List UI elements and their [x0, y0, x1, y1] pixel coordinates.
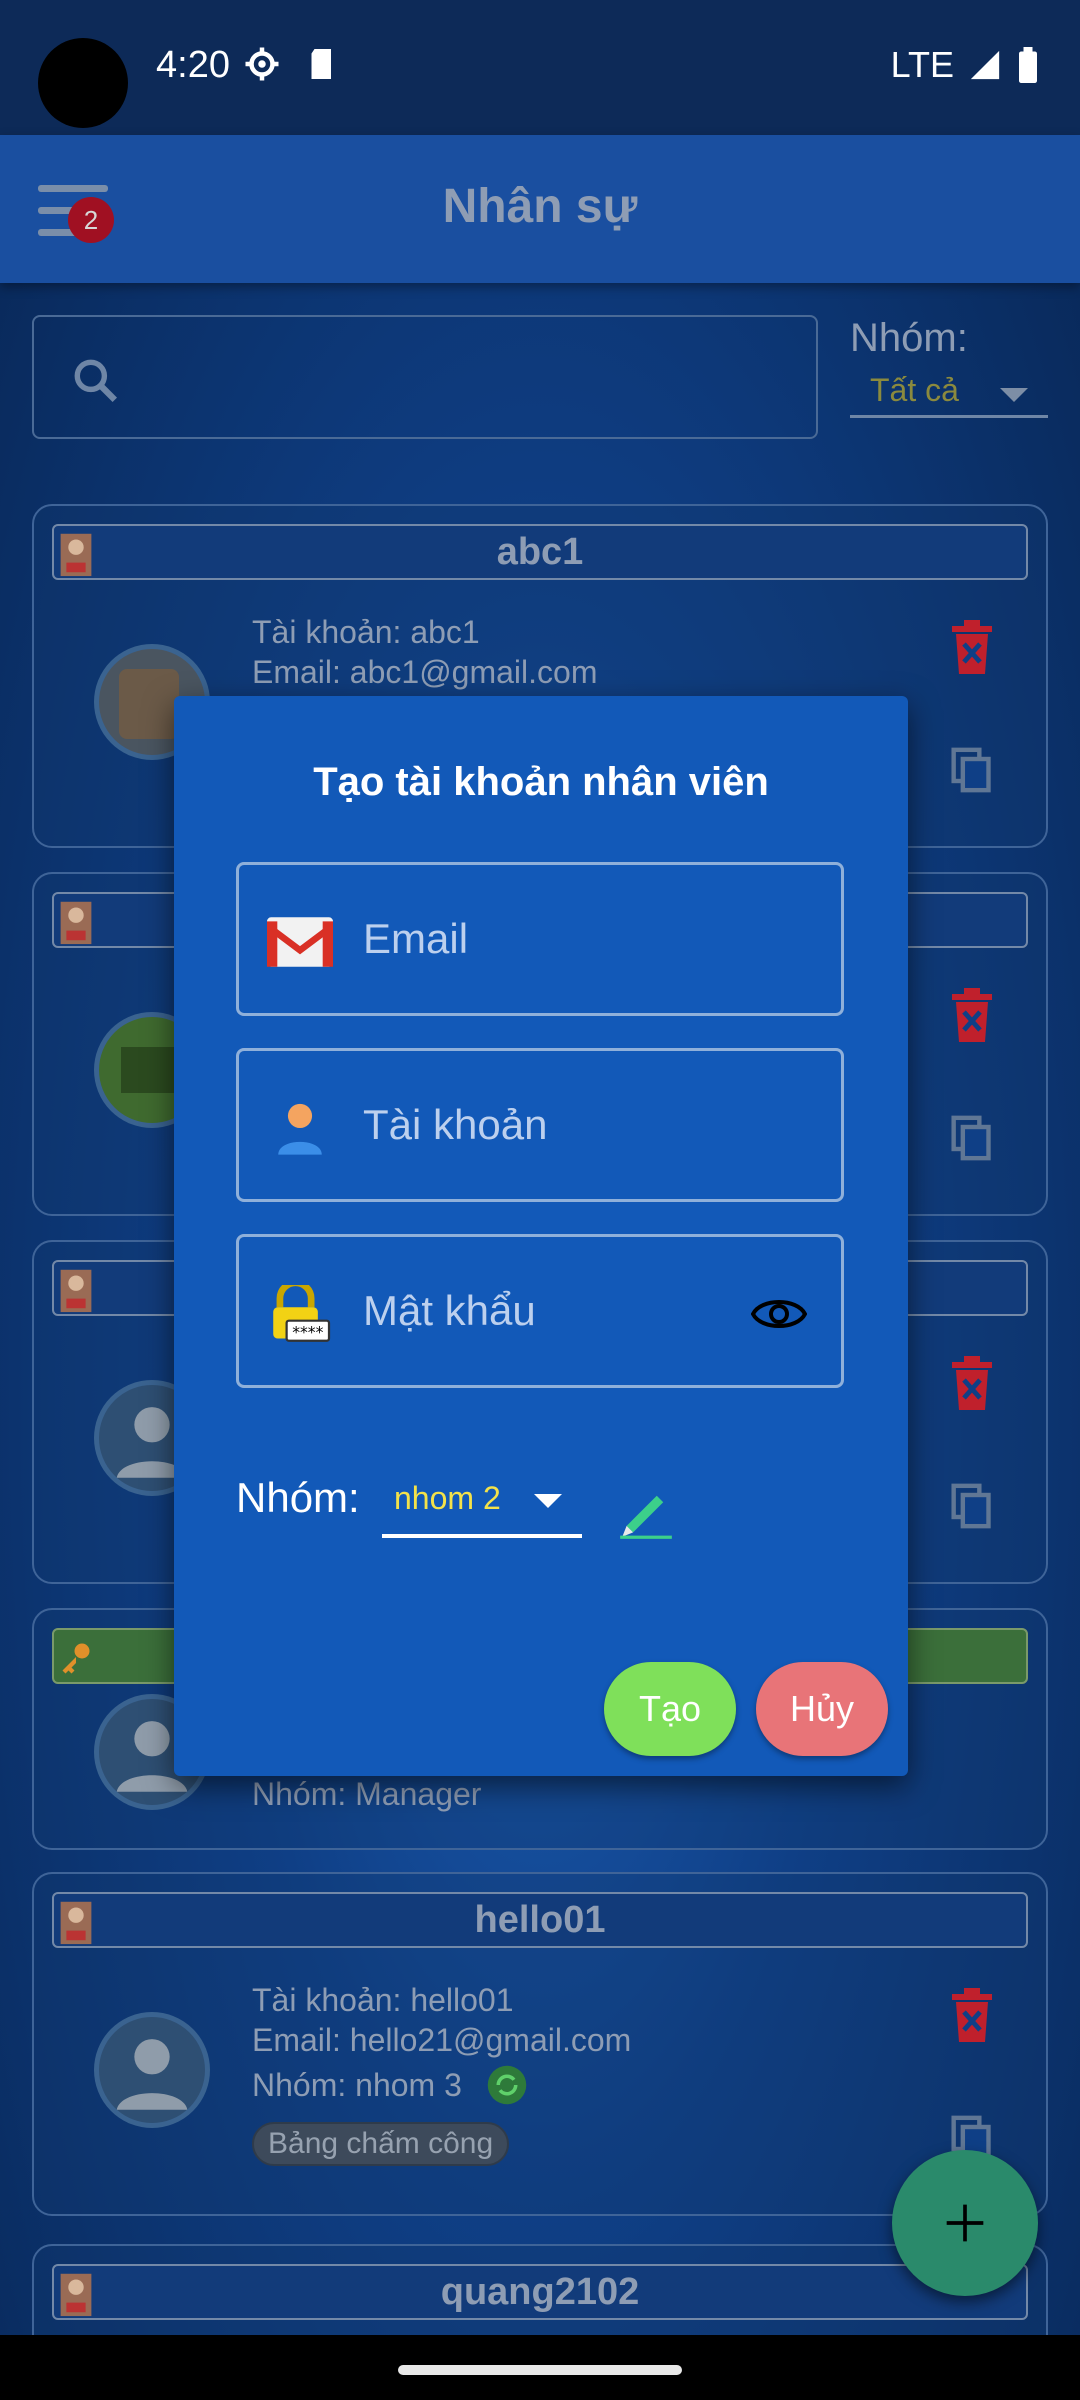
email-placeholder: Email — [363, 915, 469, 962]
dialog-title: Tạo tài khoản nhân viên — [313, 760, 769, 804]
user-icon — [278, 1103, 322, 1155]
cancel-button[interactable]: Hủy — [756, 1662, 888, 1756]
group-label: Nhóm: — [236, 1474, 360, 1521]
password-field[interactable]: **** Mật khẩu — [236, 1234, 844, 1388]
home-gesture-handle[interactable] — [398, 2365, 682, 2375]
email-field[interactable]: Email — [236, 862, 844, 1016]
eye-icon[interactable] — [751, 1295, 807, 1333]
create-account-dialog: Tạo tài khoản nhân viên Email Tài khoản … — [174, 696, 908, 1776]
account-field[interactable]: Tài khoản — [236, 1048, 844, 1202]
chevron-down-icon — [534, 1494, 562, 1508]
edit-icon[interactable] — [618, 1486, 674, 1540]
gmail-icon — [267, 917, 333, 967]
svg-text:****: **** — [292, 1323, 323, 1341]
group-select[interactable]: nhom 2 — [382, 1474, 582, 1538]
account-placeholder: Tài khoản — [363, 1101, 548, 1148]
navigation-bar — [0, 2335, 1080, 2400]
lock-icon: **** — [273, 1285, 331, 1342]
password-placeholder: Mật khẩu — [363, 1287, 536, 1334]
create-button[interactable]: Tạo — [604, 1662, 736, 1756]
group-select-value: nhom 2 — [394, 1480, 501, 1516]
